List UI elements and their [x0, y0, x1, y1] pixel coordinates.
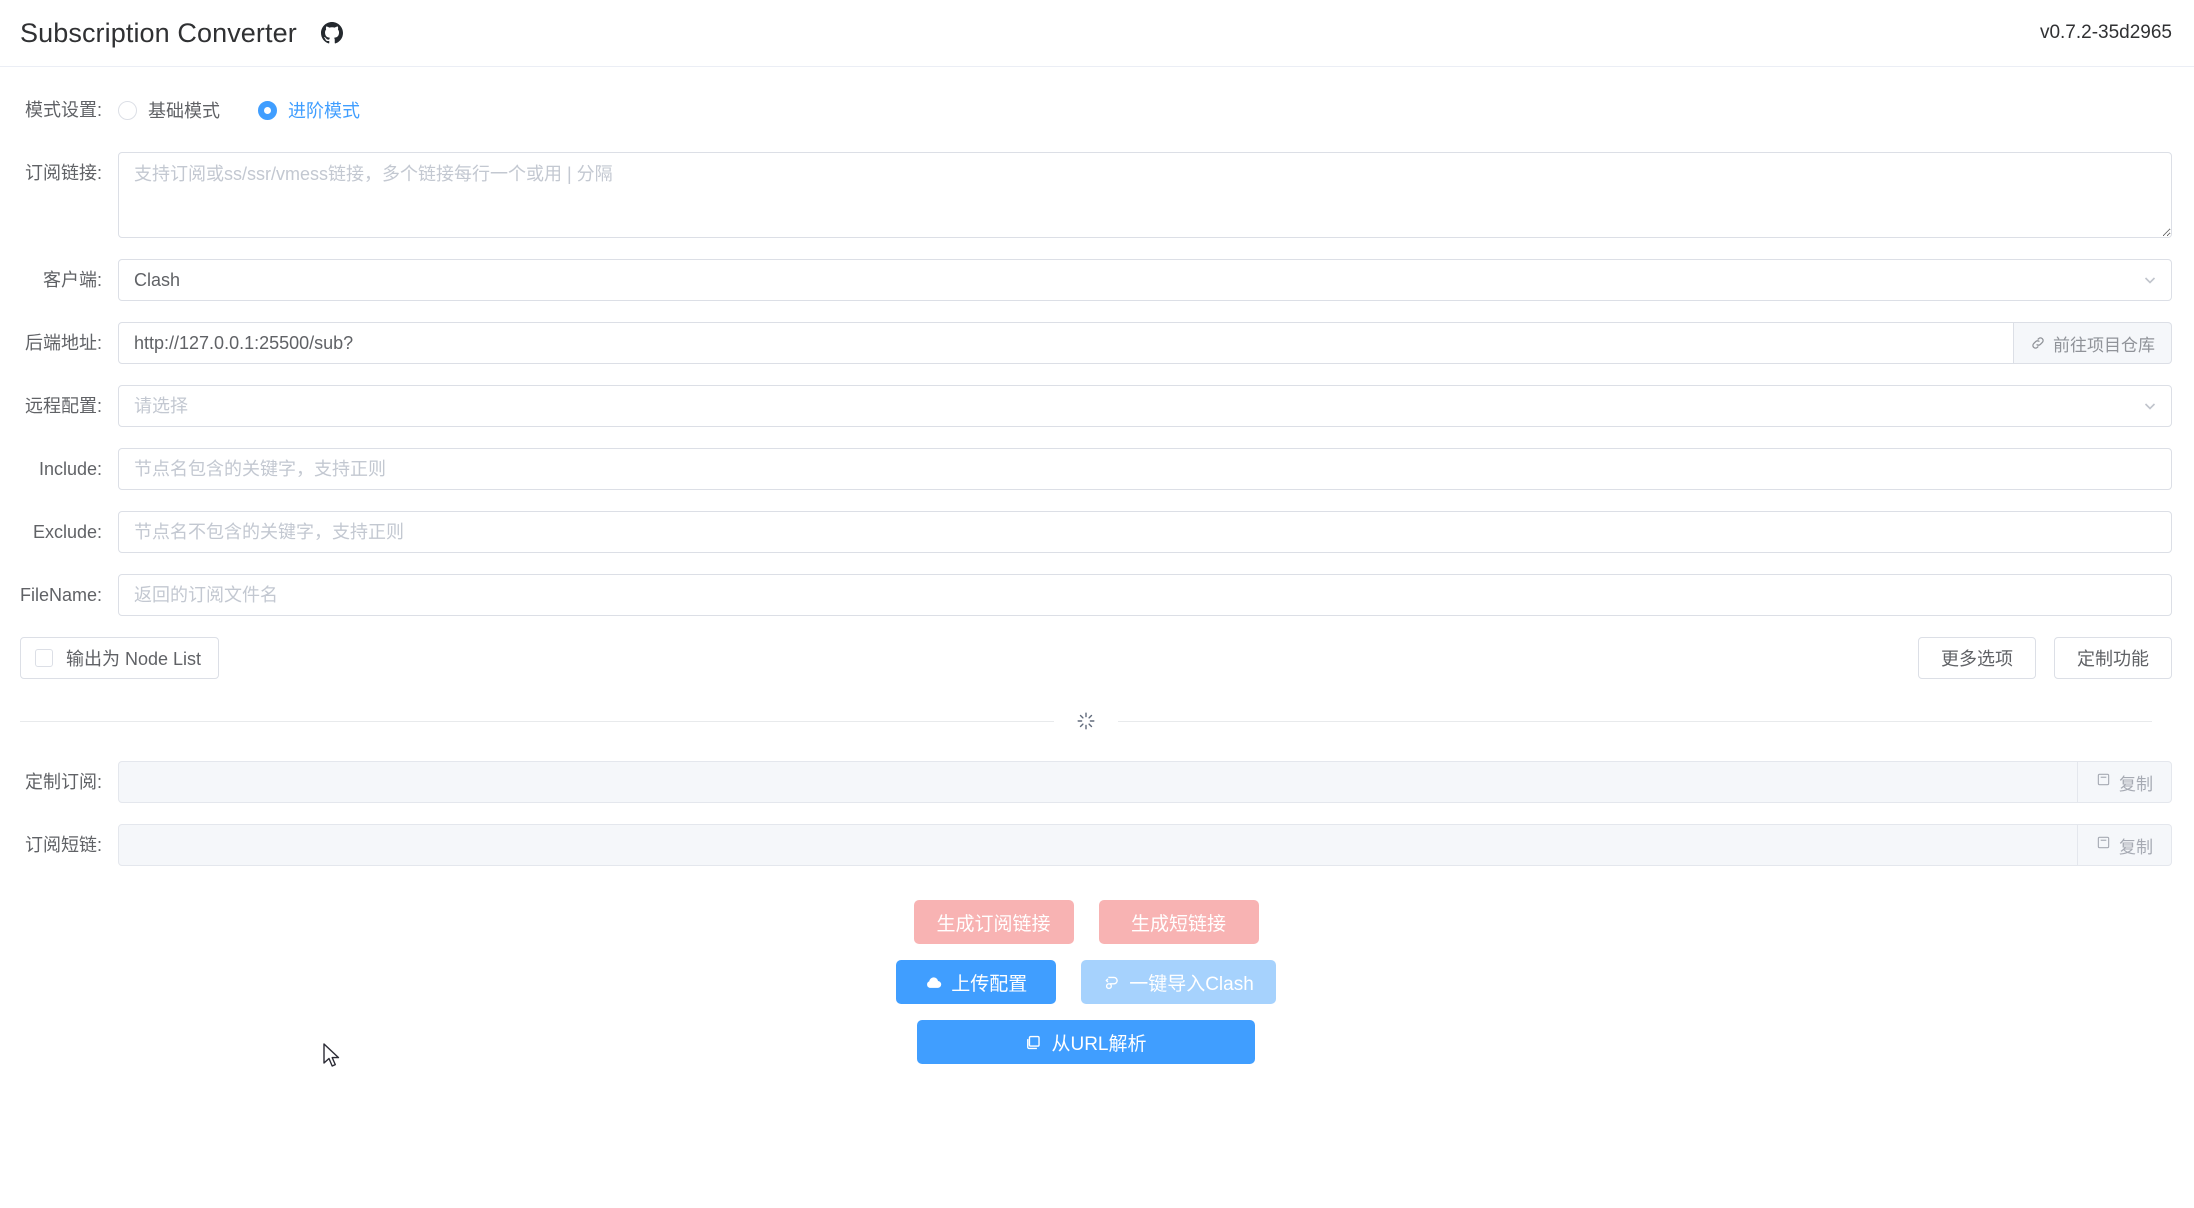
- divider-line-right: [1118, 720, 2152, 722]
- action-buttons: 生成订阅链接 生成短链接 上传配置 一键导入Clash 从URL解析: [0, 900, 2172, 1064]
- custom-sub-row: 定制订阅: 复制: [0, 761, 2172, 803]
- radio-label-advanced: 进阶模式: [288, 101, 360, 121]
- radio-dot-basic: [118, 100, 137, 120]
- custom-features-button[interactable]: 定制功能: [2054, 637, 2172, 679]
- mode-radio-group: 基础模式 进阶模式: [118, 89, 398, 131]
- checkbox-square: [35, 649, 53, 667]
- client-select-input[interactable]: [118, 259, 2172, 301]
- section-divider: [20, 711, 2152, 731]
- filename-row: FileName:: [0, 574, 2172, 616]
- divider-line-left: [20, 720, 1054, 722]
- node-list-checkbox[interactable]: 输出为 Node List: [20, 637, 220, 679]
- exclude-input[interactable]: [118, 511, 2172, 553]
- remote-config-row: 远程配置:: [0, 385, 2172, 427]
- copy-document-icon: [1025, 1034, 1042, 1051]
- short-link-input[interactable]: [118, 824, 2078, 866]
- github-icon[interactable]: [320, 22, 343, 44]
- copy-icon: [2096, 772, 2111, 792]
- remote-config-input[interactable]: [118, 385, 2172, 427]
- remote-config-label: 远程配置:: [24, 396, 102, 416]
- filename-input[interactable]: [118, 574, 2172, 616]
- radio-label-basic: 基础模式: [148, 101, 220, 121]
- action-row-1: 生成订阅链接 生成短链接: [0, 900, 2172, 944]
- loading-spinner-icon: [1076, 711, 1096, 731]
- mode-row: 模式设置: 基础模式 进阶模式: [0, 89, 2172, 131]
- more-options-button[interactable]: 更多选项: [1918, 637, 2036, 679]
- upload-config-label: 上传配置: [951, 973, 1028, 995]
- options-row: 输出为 Node List 更多选项 定制功能: [20, 637, 2172, 679]
- link-icon: [2030, 335, 2046, 351]
- generate-short-link-button[interactable]: 生成短链接: [1098, 900, 1259, 944]
- custom-sub-label: 定制订阅:: [24, 772, 102, 792]
- import-clash-label: 一键导入Clash: [1129, 973, 1254, 995]
- parse-from-url-label: 从URL解析: [1051, 1033, 1147, 1055]
- radio-dot-advanced: [258, 100, 277, 120]
- parse-from-url-button[interactable]: 从URL解析: [917, 1020, 1255, 1064]
- converter-form: 模式设置: 基础模式 进阶模式 订阅链接: 客户端:: [0, 67, 2194, 1064]
- goto-repo-button[interactable]: 前往项目仓库: [2014, 322, 2172, 364]
- include-label: Include:: [38, 459, 102, 479]
- node-list-label: 输出为 Node List: [66, 649, 202, 669]
- share-icon: [1103, 974, 1120, 991]
- short-link-label: 订阅短链:: [24, 835, 102, 855]
- copy-short-link-label: 复制: [2119, 837, 2153, 857]
- radio-advanced-mode[interactable]: 进阶模式: [258, 97, 360, 123]
- app-header: Subscription Converter v0.7.2-35d2965: [0, 0, 2194, 67]
- page-title: Subscription Converter: [20, 17, 297, 48]
- import-clash-button[interactable]: 一键导入Clash: [1081, 960, 1276, 1004]
- goto-repo-label: 前往项目仓库: [2053, 335, 2155, 355]
- backend-input[interactable]: [118, 322, 2014, 364]
- client-select[interactable]: [118, 259, 2172, 301]
- sub-link-label: 订阅链接:: [24, 163, 102, 183]
- cloud-upload-icon: [925, 974, 942, 991]
- copy-custom-sub-label: 复制: [2119, 774, 2153, 794]
- client-row: 客户端:: [0, 259, 2172, 301]
- mode-label: 模式设置:: [24, 100, 102, 120]
- custom-sub-input[interactable]: [118, 761, 2078, 803]
- upload-config-button[interactable]: 上传配置: [896, 960, 1057, 1004]
- action-row-3: 从URL解析: [0, 1020, 2172, 1064]
- copy-icon: [2096, 835, 2111, 855]
- include-row: Include:: [0, 448, 2172, 490]
- exclude-row: Exclude:: [0, 511, 2172, 553]
- sub-link-textarea[interactable]: [118, 152, 2172, 238]
- backend-label: 后端地址:: [24, 333, 102, 353]
- client-label: 客户端:: [42, 270, 102, 290]
- backend-row: 后端地址: 前往项目仓库: [0, 322, 2172, 364]
- copy-custom-sub-button[interactable]: 复制: [2078, 761, 2172, 803]
- exclude-label: Exclude:: [32, 522, 102, 542]
- filename-label: FileName:: [19, 585, 102, 605]
- radio-basic-mode[interactable]: 基础模式: [118, 97, 220, 123]
- version-label: v0.7.2-35d2965: [2039, 22, 2172, 43]
- sub-link-row: 订阅链接:: [0, 152, 2172, 238]
- short-link-row: 订阅短链: 复制: [0, 824, 2172, 866]
- generate-sub-link-button[interactable]: 生成订阅链接: [913, 900, 1074, 944]
- include-input[interactable]: [118, 448, 2172, 490]
- remote-config-select[interactable]: [118, 385, 2172, 427]
- action-row-2: 上传配置 一键导入Clash: [0, 960, 2172, 1004]
- copy-short-link-button[interactable]: 复制: [2078, 824, 2172, 866]
